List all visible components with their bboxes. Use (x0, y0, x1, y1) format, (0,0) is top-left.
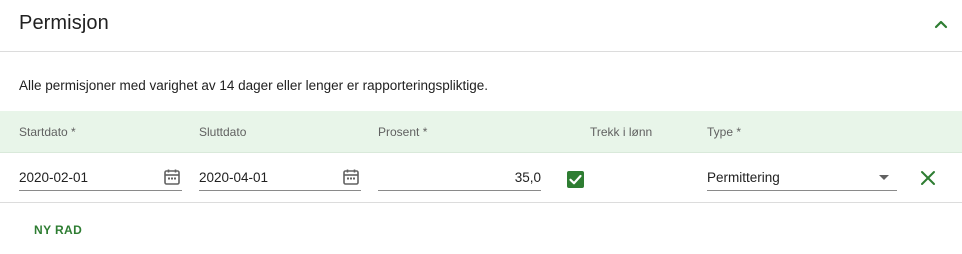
header-type: Type * (707, 125, 742, 139)
type-select[interactable]: Permittering (707, 165, 897, 191)
dropdown-arrow-icon (879, 175, 889, 180)
chevron-up-icon[interactable] (930, 14, 952, 34)
header-end-date: Sluttdato (199, 125, 247, 139)
percent-field[interactable]: 35,0 (378, 165, 541, 191)
start-date-field[interactable]: 2020-02-01 (19, 165, 182, 191)
add-row-button[interactable]: NY RAD (22, 218, 94, 242)
info-text: Alle permisjoner med varighet av 14 dage… (19, 78, 488, 93)
start-date-value: 2020-02-01 (19, 170, 89, 185)
header-start-date: Startdato * (19, 125, 76, 139)
type-value: Permittering (707, 170, 780, 185)
checkmark-icon (569, 174, 582, 185)
permission-panel: Permisjon Alle permisjoner med varighet … (0, 0, 962, 254)
panel-header[interactable]: Permisjon (0, 0, 962, 52)
header-percent: Prosent * (378, 125, 428, 139)
calendar-icon[interactable] (342, 168, 360, 186)
calendar-icon[interactable] (163, 168, 181, 186)
header-salary-deduction: Trekk i lønn (590, 125, 653, 139)
end-date-value: 2020-04-01 (199, 170, 269, 185)
close-icon[interactable] (918, 168, 938, 188)
salary-deduction-checkbox[interactable] (567, 171, 584, 188)
percent-value: 35,0 (514, 170, 541, 185)
table-header: Startdato * Sluttdato Prosent * Trekk i … (0, 111, 962, 153)
panel-title: Permisjon (19, 12, 109, 34)
end-date-field[interactable]: 2020-04-01 (199, 165, 361, 191)
table-row: 2020-02-01 2020-04-01 35,0 Permittering (0, 153, 962, 203)
